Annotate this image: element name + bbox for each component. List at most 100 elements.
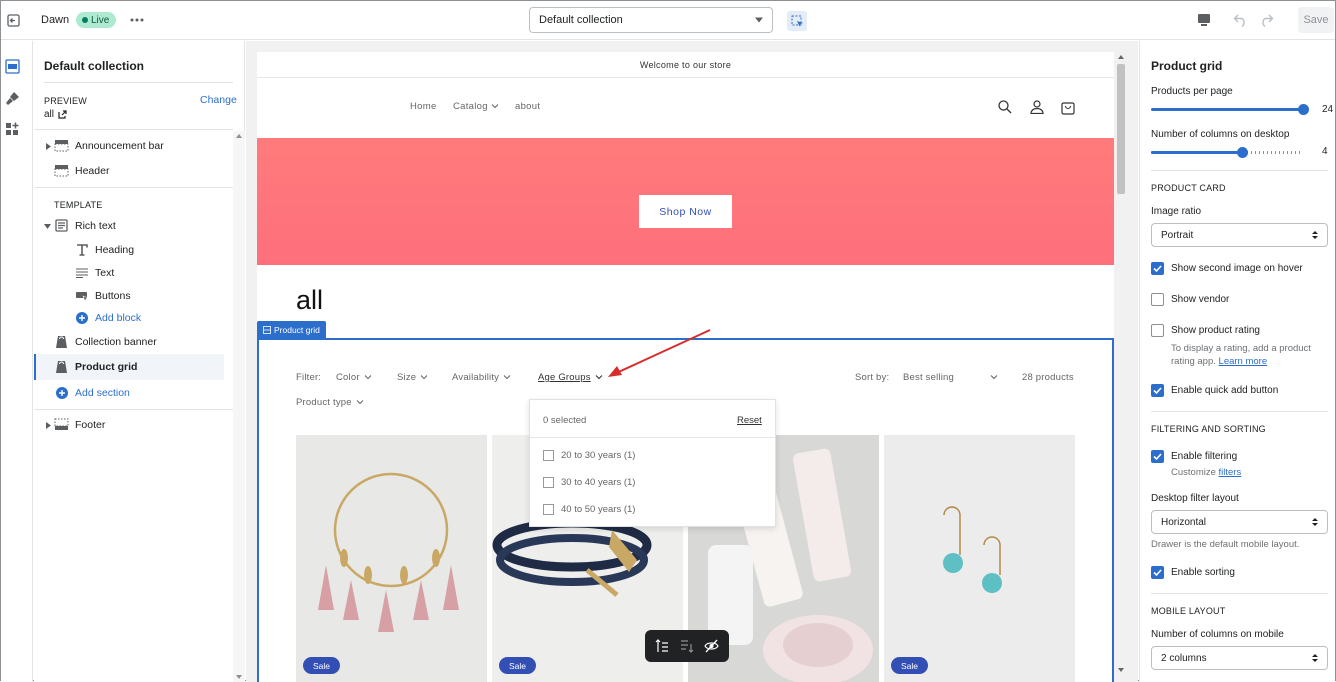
enable-filtering-checkbox[interactable] — [1151, 450, 1164, 463]
nav-catalog[interactable]: Catalog — [453, 101, 499, 112]
filter-color[interactable]: Color — [336, 372, 372, 383]
filter-product-type[interactable]: Product type — [296, 397, 364, 408]
inspector-icon[interactable] — [787, 11, 807, 31]
sale-badge: Sale — [303, 657, 340, 674]
sidebar-item-rich-text[interactable]: Rich text — [34, 214, 224, 238]
chevron-down-icon — [755, 17, 763, 23]
chevron-right-icon — [46, 422, 51, 429]
nav-home[interactable]: Home — [410, 101, 437, 112]
products-per-page-label: Products per page — [1151, 86, 1233, 97]
preview-scrollbar[interactable] — [1114, 52, 1128, 682]
filter-size[interactable]: Size — [397, 372, 428, 383]
columns-desktop-value: 4 — [1322, 146, 1328, 157]
product-card[interactable]: Sale — [296, 435, 487, 682]
account-icon[interactable] — [1029, 99, 1045, 115]
customize-filters: Customize filters — [1171, 467, 1242, 478]
columns-desktop-label: Number of columns on desktop — [1151, 129, 1290, 140]
apps-icon[interactable] — [3, 120, 21, 138]
age-option[interactable]: 20 to 30 years (1) — [543, 450, 635, 461]
slider-handle[interactable] — [1237, 147, 1249, 158]
add-section-button[interactable]: Add section — [34, 381, 224, 405]
columns-desktop-slider[interactable] — [1151, 151, 1243, 154]
add-block-button[interactable]: Add block — [34, 306, 224, 330]
sidebar-scrollbar[interactable] — [233, 131, 245, 682]
change-link[interactable]: Change — [200, 94, 237, 106]
theme-settings-icon[interactable] — [3, 89, 21, 107]
image-ratio-select[interactable]: Portrait — [1151, 223, 1328, 247]
show-rating-label: Show product rating — [1171, 325, 1260, 336]
live-badge: Live — [76, 12, 117, 28]
columns-mobile-label: Number of columns on mobile — [1151, 629, 1284, 640]
sidebar-title: Default collection — [44, 59, 145, 73]
quick-add-checkbox[interactable] — [1151, 384, 1164, 397]
sale-badge: Sale — [499, 657, 536, 674]
search-icon[interactable] — [997, 99, 1013, 115]
enable-sorting-label: Enable sorting — [1171, 567, 1235, 578]
theme-name: Dawn — [41, 14, 70, 26]
sections-icon[interactable] — [3, 57, 21, 75]
preview-value[interactable]: all — [44, 109, 67, 120]
left-rail — [1, 41, 33, 682]
show-vendor-checkbox[interactable] — [1151, 293, 1164, 306]
move-up-icon[interactable] — [655, 639, 669, 653]
preview-label: PREVIEW — [44, 96, 87, 106]
sidebar-item-collection-banner[interactable]: Collection banner — [34, 330, 224, 354]
more-actions-icon[interactable] — [129, 13, 145, 27]
collection-icon — [56, 336, 67, 348]
drawer-help-text: Drawer is the default mobile layout. — [1151, 539, 1300, 550]
collection-banner: Shop Now — [257, 138, 1114, 265]
top-bar: Dawn Live Default collection Save — [1, 1, 1335, 40]
columns-mobile-select[interactable]: 2 columns — [1151, 646, 1328, 670]
sidebar-item-footer[interactable]: Footer — [34, 413, 224, 437]
nav-about[interactable]: about — [515, 101, 540, 112]
sale-badge: Sale — [891, 657, 928, 674]
show-second-image-checkbox[interactable] — [1151, 262, 1164, 275]
save-button[interactable]: Save — [1298, 7, 1334, 33]
plus-circle-icon — [76, 312, 88, 324]
rating-help-text: To display a rating, add a product ratin… — [1171, 343, 1311, 367]
show-rating-checkbox[interactable] — [1151, 324, 1164, 337]
cart-icon[interactable] — [1060, 99, 1076, 115]
sidebar-item-heading[interactable]: Heading — [34, 238, 224, 262]
sidebar-item-buttons[interactable]: Buttons — [34, 284, 224, 308]
footer-icon — [54, 418, 69, 430]
buttons-icon — [76, 292, 89, 302]
filter-availability[interactable]: Availability — [452, 372, 511, 383]
move-down-icon[interactable] — [680, 639, 694, 653]
undo-icon[interactable] — [1232, 11, 1250, 29]
checkbox[interactable] — [543, 477, 554, 488]
enable-sorting-checkbox[interactable] — [1151, 566, 1164, 579]
checkbox[interactable] — [543, 450, 554, 461]
product-card[interactable]: Sale — [884, 435, 1075, 682]
desktop-filter-select[interactable]: Horizontal — [1151, 510, 1328, 534]
age-option[interactable]: 30 to 40 years (1) — [543, 477, 635, 488]
products-per-page-slider[interactable] — [1151, 108, 1303, 111]
sidebar-item-product-grid[interactable]: Product grid — [34, 354, 224, 380]
template-select[interactable]: Default collection — [529, 7, 773, 33]
age-option[interactable]: 40 to 50 years (1) — [543, 504, 635, 515]
external-link-icon — [58, 110, 67, 119]
filters-link[interactable]: filters — [1219, 467, 1242, 478]
learn-more-link[interactable]: Learn more — [1219, 356, 1268, 367]
redo-icon[interactable] — [1257, 11, 1275, 29]
sidebar-item-text[interactable]: Text — [34, 261, 224, 285]
shop-now-button[interactable]: Shop Now — [639, 195, 732, 228]
filter-age-groups[interactable]: Age Groups — [538, 372, 603, 383]
exit-icon[interactable] — [5, 12, 21, 28]
product-grid-icon — [56, 361, 67, 373]
hide-icon[interactable] — [704, 639, 719, 653]
slider-handle[interactable] — [1298, 104, 1309, 115]
sort-label: Sort by: — [855, 372, 890, 383]
reset-link[interactable]: Reset — [737, 415, 762, 426]
settings-title: Product grid — [1151, 59, 1223, 73]
checkbox[interactable] — [543, 504, 554, 515]
section-tag[interactable]: Product grid — [257, 321, 326, 338]
product-image — [884, 435, 1075, 682]
announcement-bar: Welcome to our store — [257, 52, 1114, 78]
show-second-image-label: Show second image on hover — [1171, 263, 1303, 274]
sidebar-item-announcement-bar[interactable]: Announcement bar — [34, 134, 224, 158]
sort-select[interactable]: Best selling — [903, 372, 998, 383]
block-toolbar — [645, 630, 729, 662]
sidebar-item-header[interactable]: Header — [34, 159, 224, 183]
desktop-view-icon[interactable] — [1195, 12, 1213, 28]
